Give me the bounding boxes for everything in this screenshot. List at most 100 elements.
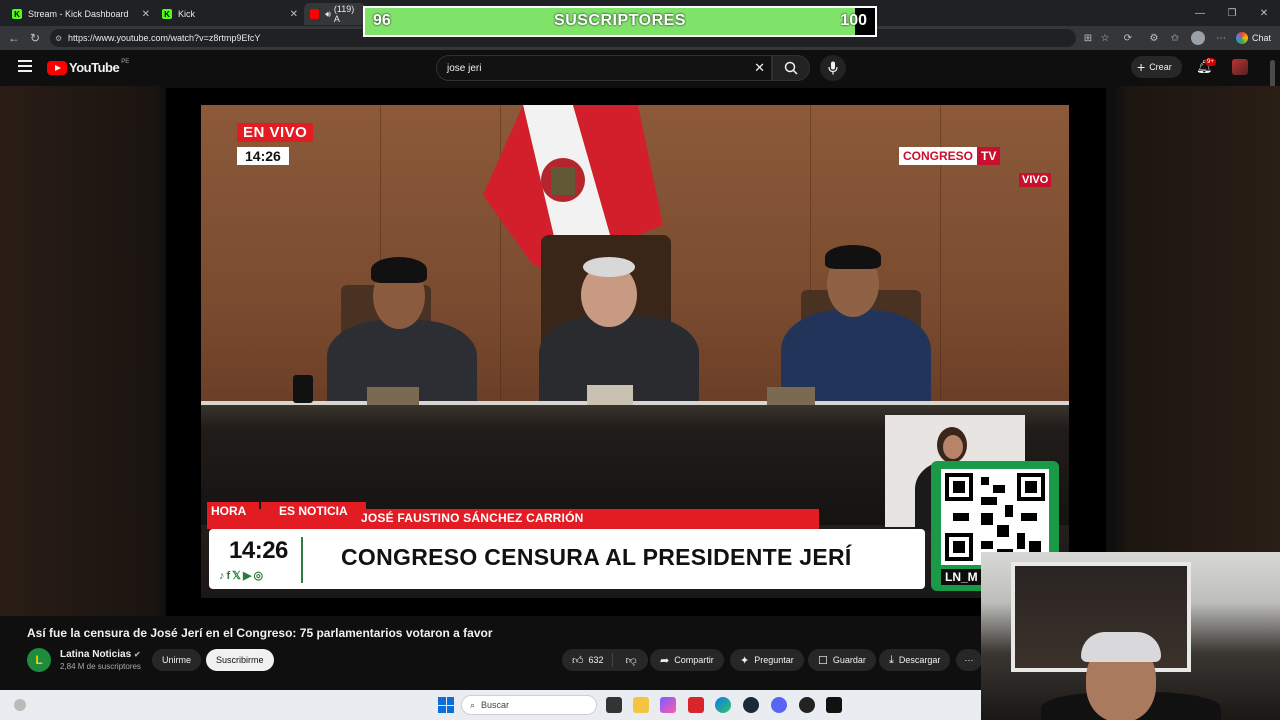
youtube-icon — [310, 9, 320, 19]
ask-label: Preguntar — [754, 655, 794, 665]
search-icon: ⌕ — [470, 699, 476, 710]
subscribe-button[interactable]: Suscribirme — [206, 649, 274, 671]
youtube-play-icon — [47, 60, 67, 75]
share-icon: ➦ — [660, 654, 670, 667]
goal-target: 100 — [840, 12, 867, 29]
sparkle-icon: ✦ — [740, 654, 750, 667]
notifications-badge: 9+ — [1205, 58, 1216, 66]
subscriber-count: 2,84 M de suscriptores — [60, 662, 141, 671]
speaker-icon[interactable]: 🔊︎ — [325, 9, 331, 20]
copilot-icon — [1236, 32, 1248, 44]
discord-icon[interactable] — [771, 697, 787, 713]
download-button[interactable]: ⤓ Descargar — [879, 649, 951, 671]
ask-button[interactable]: ✦ Preguntar — [730, 649, 804, 671]
video-frame[interactable]: EN VIVO 14:26 CONGRESO TV VIVO HORA ES N… — [201, 105, 1069, 598]
cup — [293, 375, 313, 403]
channel-name[interactable]: Latina Noticias ✔︎ — [60, 649, 141, 660]
dislike-button[interactable]: 👎︎ — [618, 654, 645, 667]
more-menu-icon[interactable]: ⋯ — [1215, 32, 1227, 44]
person-hair — [583, 257, 635, 277]
news-headline: CONGRESO CENSURA AL PRESIDENTE JERÍ — [341, 544, 852, 570]
lower-third: 14:26 ♪f𝕏▶◎ CONGRESO CENSURA AL PRESIDEN… — [209, 529, 925, 589]
widgets-icon[interactable] — [14, 699, 26, 711]
minimize-icon[interactable]: — — [1184, 0, 1216, 26]
congreso-tv-logo: CONGRESO TV — [899, 147, 1001, 165]
youtube-header: YouTube PE jose jeri ✕ + Crear 🔔︎ 9+ — [0, 50, 1280, 86]
bookmark-star-icon[interactable]: ☆ — [1099, 32, 1111, 44]
join-button[interactable]: Unirme — [152, 649, 202, 671]
copilot-app-icon[interactable] — [660, 697, 676, 713]
save-icon: ☐ — [818, 654, 828, 667]
steam-icon[interactable] — [743, 697, 759, 713]
like-count: 632 — [588, 655, 604, 665]
tab-title: Stream - Kick Dashboard — [28, 9, 129, 19]
x-icon: 𝕏 — [232, 570, 244, 582]
tab-kick-dashboard[interactable]: K Stream - Kick Dashboard ✕ — [6, 3, 156, 25]
more-icon: ⋯ — [964, 654, 974, 665]
clear-icon[interactable]: ✕ — [754, 60, 765, 76]
app-icon[interactable] — [826, 697, 842, 713]
network-suffix: TV — [977, 147, 1001, 165]
apps-icon[interactable]: ⊞ — [1082, 32, 1094, 44]
region-code: PE — [121, 58, 130, 65]
extension-icon[interactable]: ⟳ — [1122, 32, 1134, 44]
thumbs-down-icon: 👎︎ — [625, 654, 637, 667]
live-label: EN VIVO — [237, 123, 314, 142]
menu-icon[interactable] — [18, 60, 32, 74]
logo-text: YouTube — [69, 60, 120, 75]
taskbar-search-label: Buscar — [481, 700, 510, 710]
search-icon — [784, 61, 798, 75]
kick-icon: K — [12, 9, 22, 19]
channel-name-text: Latina Noticias — [60, 649, 132, 660]
like-dislike-group: 👍︎ 632 👎︎ — [562, 649, 648, 671]
person-hair — [371, 257, 427, 283]
edge-icon[interactable] — [715, 697, 731, 713]
instagram-icon: ◎ — [253, 570, 266, 582]
search-input[interactable]: jose jeri ✕ — [436, 55, 772, 81]
reload-icon[interactable]: ↻ — [27, 30, 43, 46]
obs-icon[interactable] — [799, 697, 815, 713]
url-text: https://www.youtube.com/watch?v=z8rtmp9E… — [68, 33, 261, 43]
video-title: Así fue la censura de José Jerí en el Co… — [27, 626, 493, 640]
name-plate — [767, 387, 815, 405]
name-plate — [587, 385, 633, 405]
streamer-cap — [1081, 632, 1161, 662]
subscriber-goal-bar: 96 SUSCRIPTORES 100 — [363, 6, 877, 37]
save-button[interactable]: ☐ Guardar — [808, 649, 876, 671]
chat-label: Chat — [1252, 33, 1272, 43]
settings-icon[interactable]: ⚙︎ — [1148, 32, 1160, 44]
like-button[interactable]: 👍︎ 632 — [562, 653, 613, 667]
social-icons: ♪f𝕏▶◎ — [219, 569, 265, 582]
windows-start-icon[interactable] — [438, 697, 454, 713]
file-explorer-icon[interactable] — [633, 697, 649, 713]
voice-search-button[interactable] — [820, 55, 846, 81]
goal-label: SUSCRIPTORES — [554, 12, 686, 29]
favorites-icon[interactable]: ✩ — [1169, 32, 1181, 44]
back-icon[interactable]: ← — [6, 30, 22, 46]
create-label: Crear — [1149, 62, 1172, 72]
close-window-icon[interactable]: ✕ — [1248, 0, 1280, 26]
create-button[interactable]: + Crear — [1131, 56, 1182, 78]
profile-avatar[interactable] — [1191, 31, 1205, 45]
account-avatar[interactable] — [1232, 59, 1248, 75]
site-info-icon[interactable]: ⚙︎ — [55, 34, 62, 43]
maximize-icon[interactable]: ❐ — [1216, 0, 1248, 26]
share-button[interactable]: ➦ Compartir — [650, 649, 724, 671]
tab-youtube[interactable]: 🔊︎ (119) A — [304, 3, 366, 25]
thumbs-up-icon: 👍︎ — [572, 654, 584, 667]
location-text: JOSÉ FAUSTINO SÁNCHEZ CARRIÓN — [361, 511, 584, 525]
close-icon[interactable]: ✕ — [142, 9, 150, 20]
app-icon[interactable] — [688, 697, 704, 713]
microphone-icon — [828, 61, 838, 75]
taskbar-search[interactable]: ⌕ Buscar — [461, 695, 597, 715]
tab-kick[interactable]: K Kick ✕ — [156, 3, 304, 25]
qr-label: LN_M — [941, 569, 982, 585]
more-actions-button[interactable]: ⋯ — [956, 649, 982, 671]
youtube-logo[interactable]: YouTube PE — [47, 58, 130, 75]
channel-avatar[interactable]: L — [27, 648, 51, 672]
search-button[interactable] — [772, 55, 810, 81]
task-view-icon[interactable] — [606, 697, 622, 713]
copilot-chat-button[interactable]: Chat — [1236, 30, 1271, 46]
qr-code — [941, 469, 1049, 565]
close-icon[interactable]: ✕ — [290, 9, 298, 20]
